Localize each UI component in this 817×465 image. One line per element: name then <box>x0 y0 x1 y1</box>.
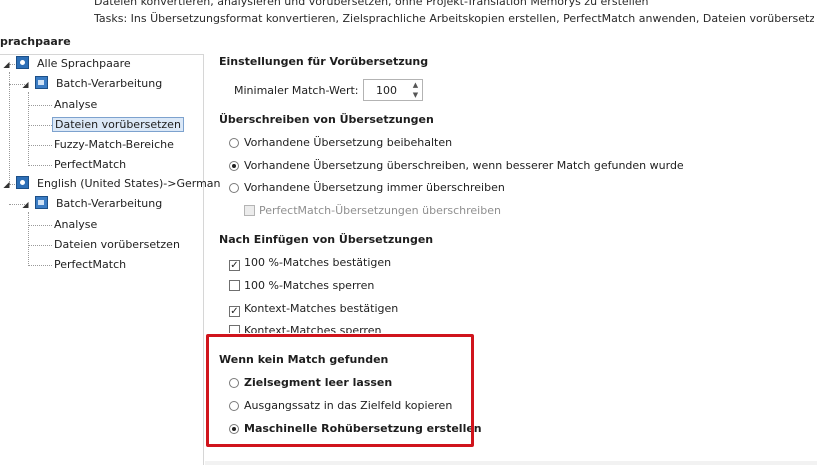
tree-node-pretranslate[interactable]: Dateien vorübersetzen <box>52 116 184 134</box>
checkbox-checked[interactable]: ✓ <box>229 260 240 271</box>
section-title-overwrite: Überschreiben von Übersetzungen <box>219 113 434 126</box>
batch-task-icon <box>35 76 48 89</box>
min-match-spinner[interactable]: ▲ ▼ <box>363 79 423 101</box>
radio-button[interactable] <box>229 161 239 171</box>
task-description: Dateien konvertieren, analysieren und vo… <box>94 0 814 27</box>
checkbox-lock-context[interactable]: Kontext-Matches sperren <box>229 324 381 333</box>
checkbox[interactable] <box>229 280 240 291</box>
checkbox <box>244 205 255 216</box>
tree-node-all-pairs[interactable]: Alle Sprachpaare <box>16 55 133 73</box>
checkbox[interactable] <box>229 325 240 333</box>
checkbox-checked[interactable]: ✓ <box>229 306 240 317</box>
language-pair-icon <box>16 176 29 189</box>
radio-button[interactable] <box>229 138 239 148</box>
min-match-label: Minimaler Match-Wert: <box>234 84 359 97</box>
spin-down-icon[interactable]: ▼ <box>409 90 422 100</box>
collapse-arrow-icon[interactable]: ◢ <box>2 180 11 189</box>
tree-node-fuzzy-bands[interactable]: Fuzzy-Match-Bereiche <box>52 136 176 154</box>
collapse-arrow-icon[interactable]: ◢ <box>21 200 30 209</box>
tree-node-perfectmatch[interactable]: PerfectMatch <box>52 156 128 174</box>
radio-keep-existing[interactable]: Vorhandene Übersetzung beibehalten <box>229 136 452 150</box>
section-title-after-insert: Nach Einfügen von Übersetzungen <box>219 233 434 246</box>
collapse-arrow-icon[interactable]: ◢ <box>2 60 11 69</box>
task-description-line1: Dateien konvertieren, analysieren und vo… <box>94 0 649 8</box>
highlight-annotation <box>206 334 474 447</box>
tree-node-en-de[interactable]: English (United States)->German <box>16 175 223 193</box>
language-pair-icon <box>16 56 29 69</box>
tree-node-analysis-en-de[interactable]: Analyse <box>52 216 99 234</box>
tree-node-batch-en-de[interactable]: Batch-Verarbeitung <box>35 195 164 213</box>
checkbox-confirm-100[interactable]: ✓ 100 %-Matches bestätigen <box>229 256 391 271</box>
checkbox-lock-100[interactable]: 100 %-Matches sperren <box>229 279 374 293</box>
spin-up-icon[interactable]: ▲ <box>409 80 422 90</box>
batch-task-icon <box>35 196 48 209</box>
tree-node-analysis[interactable]: Analyse <box>52 96 99 114</box>
collapse-arrow-icon[interactable]: ◢ <box>21 80 30 89</box>
radio-overwrite-if-better[interactable]: Vorhandene Übersetzung überschreiben, we… <box>229 159 684 173</box>
radio-button[interactable] <box>229 183 239 193</box>
tree-node-pretranslate-en-de[interactable]: Dateien vorübersetzen <box>52 236 182 254</box>
bottom-border <box>205 461 817 465</box>
tree-node-batch[interactable]: Batch-Verarbeitung <box>35 75 164 93</box>
tree-node-perfectmatch-en-de[interactable]: PerfectMatch <box>52 256 128 274</box>
checkbox-overwrite-perfectmatch: PerfectMatch-Übersetzungen überschreiben <box>244 204 501 218</box>
section-title-pretranslation: Einstellungen für Vorübersetzung <box>219 55 429 68</box>
radio-always-overwrite[interactable]: Vorhandene Übersetzung immer überschreib… <box>229 181 505 195</box>
checkbox-confirm-context[interactable]: ✓ Kontext-Matches bestätigen <box>229 302 398 317</box>
language-pairs-title: prachpaare <box>0 35 71 48</box>
task-description-tasks: Tasks: Ins Übersetzungsformat konvertier… <box>94 12 814 25</box>
